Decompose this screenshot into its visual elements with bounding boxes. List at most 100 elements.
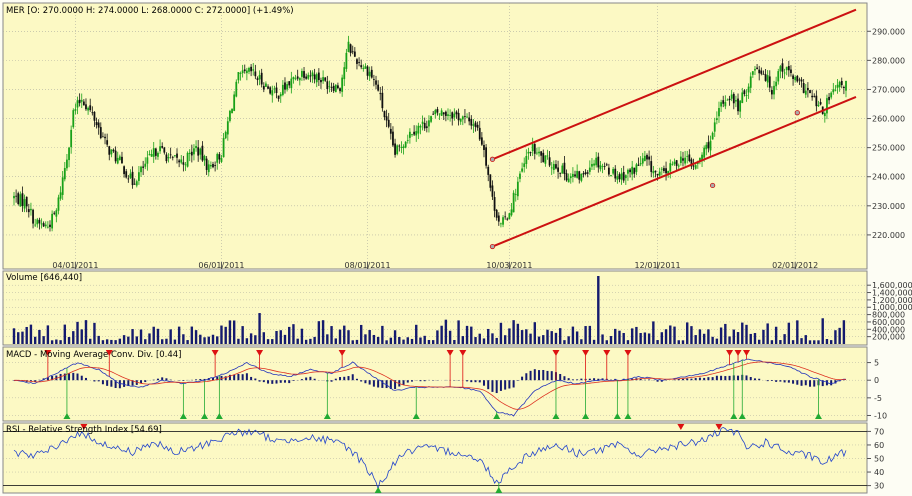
candle-body (523, 163, 526, 167)
macd-histogram-bar (106, 380, 109, 386)
candle-body (406, 139, 409, 141)
macd-histogram-bar (182, 380, 185, 381)
candle-body (548, 157, 551, 166)
candle-body (334, 84, 337, 93)
volume-bar (343, 325, 346, 344)
candle-body (131, 171, 134, 186)
candle-body (580, 173, 583, 181)
macd-histogram-bar (347, 376, 350, 381)
candle-body (150, 153, 153, 157)
candle-body (472, 124, 475, 126)
candle-body (842, 87, 845, 88)
candle-body (633, 167, 636, 174)
candle-body (237, 72, 240, 81)
volume-bar (440, 325, 443, 344)
candle-body (36, 219, 39, 225)
volume-bar (258, 313, 261, 344)
macd-histogram-bar (123, 380, 126, 387)
candle-body (732, 93, 735, 104)
macd-histogram-bar (267, 380, 270, 384)
candle-body (489, 174, 492, 188)
macd-histogram-bar (262, 380, 265, 383)
candle-body (256, 78, 259, 80)
channel-anchor-point (489, 243, 496, 250)
volume-bar (232, 320, 236, 344)
volume-bar (533, 322, 536, 344)
candle-body (32, 209, 34, 224)
volume-bar (736, 332, 740, 344)
volume-tick-label: 1,600,000 (872, 281, 912, 290)
candle-body (578, 171, 581, 180)
candle-body (588, 167, 591, 172)
candle-body (154, 148, 157, 156)
candle-body (347, 41, 350, 53)
macd-histogram-bar (516, 380, 519, 381)
candle-body (766, 75, 769, 83)
volume-bar (419, 337, 422, 344)
volume-bar (546, 329, 549, 344)
volume-bar (93, 322, 96, 344)
candle-body (451, 112, 454, 119)
candle-body (599, 165, 602, 170)
candle-body (339, 88, 341, 92)
candle-body (161, 146, 164, 148)
candle-body (315, 74, 318, 83)
macd-histogram-bar (487, 380, 490, 390)
candle-body (387, 119, 390, 127)
date-tick-label: 04/01/2011 (52, 261, 98, 270)
candle-body (749, 76, 752, 88)
candle-body (603, 166, 606, 167)
candle-body (360, 65, 363, 68)
volume-bar (292, 324, 295, 344)
candle-body (815, 95, 818, 107)
candle-body (722, 100, 725, 104)
rsi-panel-title: RSI - Relative Strength Index [54.69] (6, 425, 162, 435)
macd-histogram-bar (715, 375, 718, 381)
candle-body (61, 177, 64, 195)
candle-body (718, 108, 720, 117)
macd-histogram-bar (377, 380, 380, 388)
macd-histogram-bar (758, 378, 761, 381)
candle-body (474, 122, 477, 127)
candle-body (163, 147, 166, 153)
candle-body (108, 146, 111, 155)
candle-body (616, 176, 619, 180)
candle-body (127, 178, 130, 180)
candle-body (188, 152, 191, 154)
candle-body (288, 81, 291, 86)
volume-bar (749, 333, 752, 344)
candle-body (235, 81, 238, 97)
candle-body (550, 167, 553, 169)
volume-bar (660, 332, 664, 344)
candle-body (173, 155, 176, 157)
candle-body (271, 90, 274, 96)
macd-histogram-bar (576, 379, 579, 381)
candle-body (57, 197, 60, 211)
volume-bar (580, 339, 583, 344)
volume-bar (211, 334, 215, 344)
candle-body (447, 114, 449, 116)
candle-body (713, 122, 716, 132)
price-tick-label: 250.000 (872, 144, 905, 153)
candle-body (152, 148, 155, 157)
candle-body (309, 75, 312, 77)
candle-body (44, 224, 47, 227)
macd-histogram-bar (364, 380, 367, 384)
macd-histogram-bar (156, 378, 159, 381)
candle-body (171, 156, 174, 158)
macd-histogram-bar (495, 380, 498, 394)
candle-body (584, 172, 587, 174)
volume-bar (571, 326, 575, 344)
candle-body (555, 164, 557, 169)
candle-body (23, 199, 26, 209)
candle-body (601, 166, 604, 167)
candle-body (688, 154, 691, 162)
candle-body (34, 224, 37, 226)
candle-body (559, 172, 562, 174)
macd-histogram-bar (813, 380, 816, 387)
volume-bar (50, 340, 54, 344)
candle-body (13, 195, 15, 199)
volume-bar (254, 335, 257, 344)
candle-body (281, 84, 284, 95)
volume-bar (626, 340, 630, 344)
